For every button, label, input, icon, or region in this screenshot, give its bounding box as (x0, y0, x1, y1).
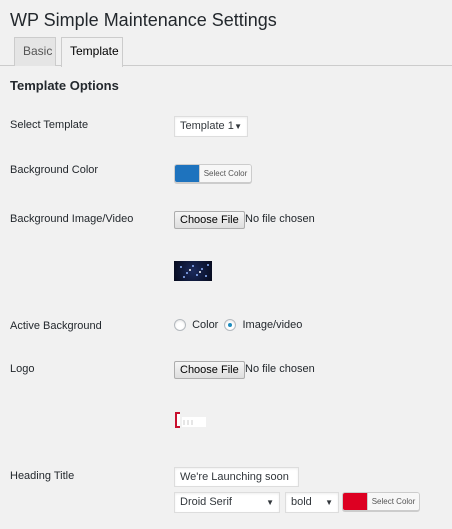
heading-font-family-value: Droid Serif (180, 496, 232, 508)
background-media-choose-file-button[interactable]: Choose File (174, 211, 245, 229)
heading-font-family-select[interactable]: Droid Serif ▼ (174, 492, 280, 513)
heading-title-input[interactable] (174, 467, 299, 487)
heading-font-weight-select[interactable]: bold ▼ (285, 492, 339, 513)
heading-color-swatch (343, 493, 367, 510)
active-background-options: Color Image/video (174, 319, 305, 333)
tab-basic[interactable]: Basic (14, 37, 56, 66)
background-color-picker-button[interactable]: Select Color (174, 164, 252, 183)
tab-template[interactable]: Template (61, 37, 123, 67)
select-color-label: Select Color (199, 165, 251, 182)
heading-font-weight-value: bold (291, 496, 312, 508)
section-title: Template Options (10, 78, 119, 93)
logo-file-status: No file chosen (245, 363, 315, 375)
template-select[interactable]: Template 1 ▼ (174, 116, 248, 137)
background-color-label: Background Color (10, 164, 99, 176)
active-background-label: Active Background (10, 320, 102, 332)
radio-color[interactable] (174, 319, 186, 332)
chevron-down-icon: ▼ (266, 498, 274, 507)
logo-label: Logo (10, 363, 35, 375)
heading-select-color-label: Select Color (367, 493, 419, 510)
background-media-file-status: No file chosen (245, 213, 315, 225)
radio-image-video[interactable] (224, 319, 237, 332)
heading-color-picker-button[interactable]: Select Color (342, 492, 420, 511)
starfield-thumbnail-icon (174, 261, 212, 281)
radio-image-video-label: Image/video (242, 319, 303, 332)
red-logo-thumbnail-icon (175, 412, 206, 428)
tab-bar: Basic Template (0, 37, 452, 67)
template-select-value: Template 1 (180, 120, 234, 132)
chevron-down-icon: ▼ (234, 122, 242, 131)
heading-title-label: Heading Title (10, 470, 75, 482)
logo-choose-file-button[interactable]: Choose File (174, 361, 245, 379)
chevron-down-icon: ▼ (325, 498, 333, 507)
background-color-swatch (175, 165, 199, 182)
page-title: WP Simple Maintenance Settings (10, 10, 277, 30)
background-media-label: Background Image/Video (10, 213, 134, 225)
radio-color-label: Color (192, 319, 219, 332)
select-template-label: Select Template (10, 119, 89, 131)
